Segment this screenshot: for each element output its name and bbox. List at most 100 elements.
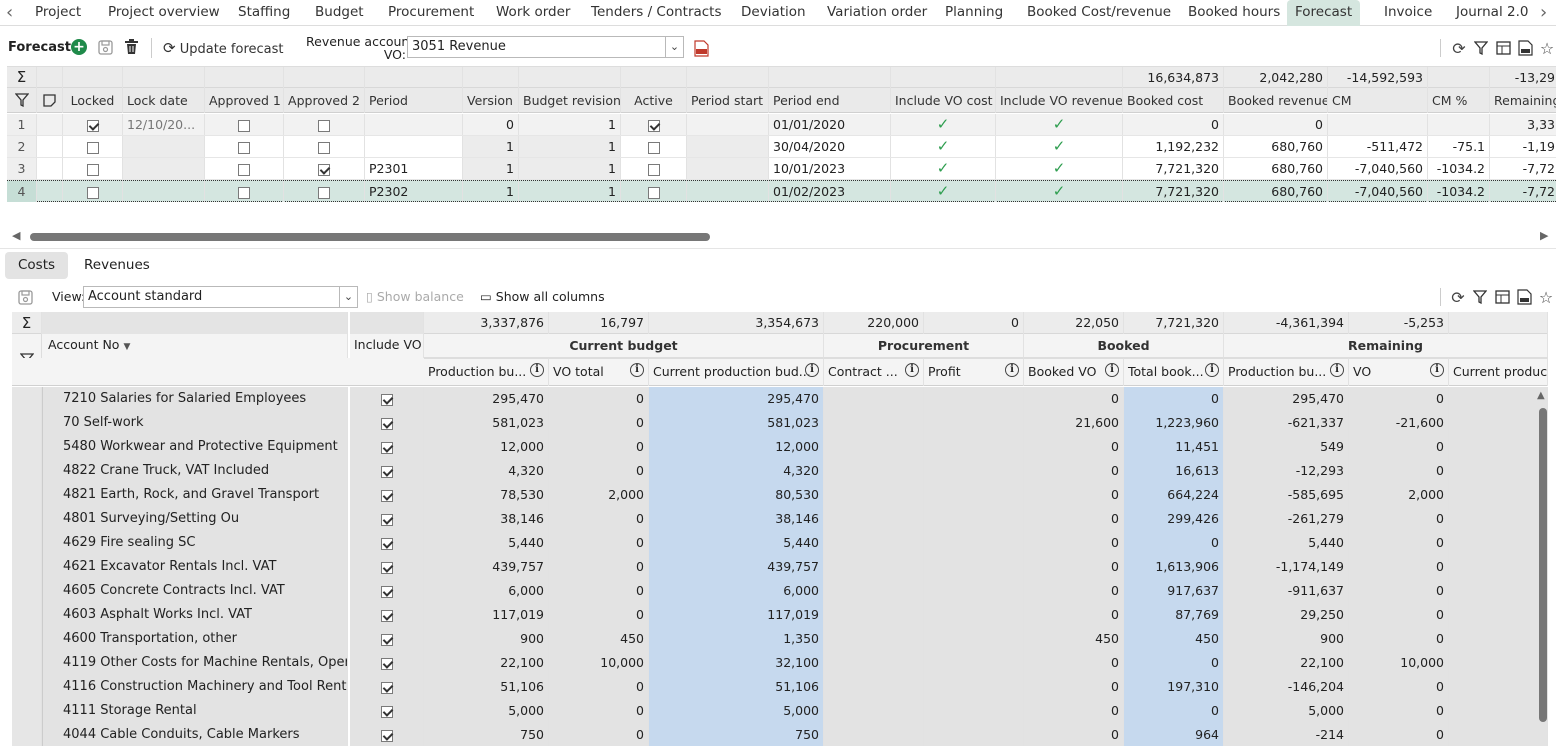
col-header-pb[interactable]: Production bu... i [424,358,549,386]
filter-icon[interactable] [7,88,37,113]
table-row[interactable]: 4603 Asphalt Works Incl. VAT 117,019 0 117,… [12,603,1548,627]
checkbox-active[interactable] [621,181,687,202]
view-select[interactable]: Account standard ⌄ [83,286,358,308]
tab-procurement[interactable]: Procurement [388,0,474,26]
sum-icon[interactable]: Σ [12,312,42,334]
tab-booked-cost-revenue[interactable]: Booked Cost/revenue [1027,0,1171,26]
chevron-down-icon[interactable]: ⌄ [665,37,683,57]
col-header-vo[interactable]: VO total i [549,358,649,386]
include-vo-checkbox[interactable] [348,483,424,507]
info-icon[interactable]: i [630,363,644,377]
filter-icon[interactable] [1472,39,1490,57]
filter-icon[interactable] [1471,288,1489,306]
table-row[interactable]: 5480 Workwear and Protective Equipment 12… [12,435,1548,459]
tab-booked-hours[interactable]: Booked hours [1188,0,1280,26]
include-vo-checkbox[interactable] [348,531,424,555]
refresh-icon[interactable]: ⟳ [1450,39,1468,58]
info-icon[interactable]: i [530,363,544,377]
excel-export-icon[interactable] [1516,39,1534,57]
tab-journal-2-0[interactable]: Journal 2.0 [1456,0,1528,26]
chevron-down-icon[interactable]: ⌄ [339,287,357,307]
col-header-vo_rev[interactable]: Include VO revenue [996,88,1123,113]
checkbox-ap1[interactable] [205,136,284,157]
include-vo-checkbox[interactable] [348,555,424,579]
col-header-lock_date[interactable]: Lock date [123,88,205,113]
info-icon[interactable]: i [905,363,919,377]
col-header-cpb[interactable]: Current production bud... i [649,358,824,386]
column-settings-icon[interactable] [1493,288,1511,306]
nav-right-icon[interactable]: › [1540,0,1547,26]
checkbox-locked[interactable] [63,114,123,135]
show-balance-button[interactable]: ▯ Show balance [366,289,464,304]
include-vo-checkbox[interactable] [348,603,424,627]
excel-export-icon[interactable] [1515,288,1533,306]
note-icon[interactable] [37,88,63,113]
show-all-columns-button[interactable]: ▭ Show all columns [480,289,605,304]
vertical-scrollbar[interactable] [1539,408,1547,722]
tab-tenders-contracts[interactable]: Tenders / Contracts [591,0,722,26]
table-row[interactable]: 4119 Other Costs for Machine Rentals, Op… [12,651,1548,675]
star-icon[interactable]: ☆ [1538,39,1556,58]
col-header-ap2[interactable]: Approved 2 [284,88,365,113]
column-settings-icon[interactable] [1494,39,1512,57]
include-vo-checkbox[interactable] [348,579,424,603]
checkbox-ap2[interactable] [284,181,365,202]
table-row[interactable]: 3 P2301 1 1 10/01/2023 ✓ ✓ 7,721,320 680,760 -7,0… [7,158,1556,180]
horizontal-scrollbar[interactable] [30,233,710,241]
table-row[interactable]: 2 1 1 30/04/2020 ✓ ✓ 1,192,232 680,760 -511,472-… [7,136,1556,158]
col-header-rcur[interactable]: Current producti [1449,358,1548,386]
table-row[interactable]: 4116 Construction Machinery and Tool Ren… [12,675,1548,699]
col-header-cm[interactable]: CM [1328,88,1428,113]
delete-icon[interactable] [122,38,140,56]
checkbox-ap1[interactable] [205,114,284,135]
checkbox-ap2[interactable] [284,136,365,157]
col-header-locked[interactable]: Locked [63,88,123,113]
info-icon[interactable]: i [1205,363,1219,377]
col-header-cm_pct[interactable]: CM % [1428,88,1490,113]
table-row[interactable]: 7210 Salaries for Salaried Employees 295,… [12,387,1548,411]
col-header-rvo[interactable]: VO i [1349,358,1449,386]
update-forecast-button[interactable]: ⟳ Update forecast [163,39,284,57]
star-icon[interactable]: ☆ [1537,288,1555,307]
add-icon[interactable]: + [71,39,87,55]
nav-left-icon[interactable]: ‹ [6,0,13,26]
table-row[interactable]: 4821 Earth, Rock, and Gravel Transport 78… [12,483,1548,507]
col-header-version[interactable]: Version [463,88,519,113]
tab-costs[interactable]: Costs [5,252,68,279]
col-header-period_end[interactable]: Period end [769,88,891,113]
scroll-right-icon[interactable]: ▶ [1540,225,1548,247]
save-icon[interactable] [96,38,114,56]
col-header-active[interactable]: Active [621,88,687,113]
checkbox-locked[interactable] [63,136,123,157]
checkbox-ap1[interactable] [205,158,284,179]
table-row[interactable]: 4822 Crane Truck, VAT Included 4,320 0 4,32… [12,459,1548,483]
table-row[interactable]: 4600 Transportation, other 900 450 1,350 450… [12,627,1548,651]
col-header-vo_cost[interactable]: Include VO cost [891,88,996,113]
col-header-ap1[interactable]: Approved 1 [205,88,284,113]
col-header-budget_rev[interactable]: Budget revision [519,88,621,113]
refresh-icon[interactable]: ⟳ [1449,288,1467,307]
table-row[interactable]: 4801 Surveying/Setting Ou 38,146 0 38,146 0 2… [12,507,1548,531]
col-header-contract[interactable]: Contract ... i [824,358,924,386]
revenue-account-select[interactable]: 3051 Revenue ⌄ [407,36,684,58]
table-row[interactable]: 4 P2302 1 1 01/02/2023 ✓ ✓ 7,721,320 680,760 -7,0… [7,180,1556,202]
info-icon[interactable]: i [1105,363,1119,377]
checkbox-active[interactable] [621,158,687,179]
include-vo-checkbox[interactable] [348,411,424,435]
table-row[interactable]: 4111 Storage Rental 5,000 0 5,000 0 0 5,000 0 [12,699,1548,723]
col-header-tb[interactable]: Total book... i [1124,358,1224,386]
col-header-profit[interactable]: Profit i [924,358,1024,386]
tab-budget[interactable]: Budget [315,0,364,26]
sum-icon[interactable]: Σ [7,67,37,88]
tab-forecast[interactable]: Forecast [1287,0,1361,26]
col-header-period_start[interactable]: Period start [687,88,769,113]
checkbox-locked[interactable] [63,181,123,202]
info-icon[interactable]: i [1430,363,1444,377]
table-row[interactable]: 4629 Fire sealing SC 5,440 0 5,440 0 0 5,440 0 [12,531,1548,555]
tab-project[interactable]: Project [35,0,81,26]
include-vo-checkbox[interactable] [348,651,424,675]
col-header-booked_revenue[interactable]: Booked revenue [1224,88,1328,113]
tab-project-overview[interactable]: Project overview [108,0,220,26]
tab-variation-order[interactable]: Variation order [827,0,927,26]
include-vo-checkbox[interactable] [348,675,424,699]
